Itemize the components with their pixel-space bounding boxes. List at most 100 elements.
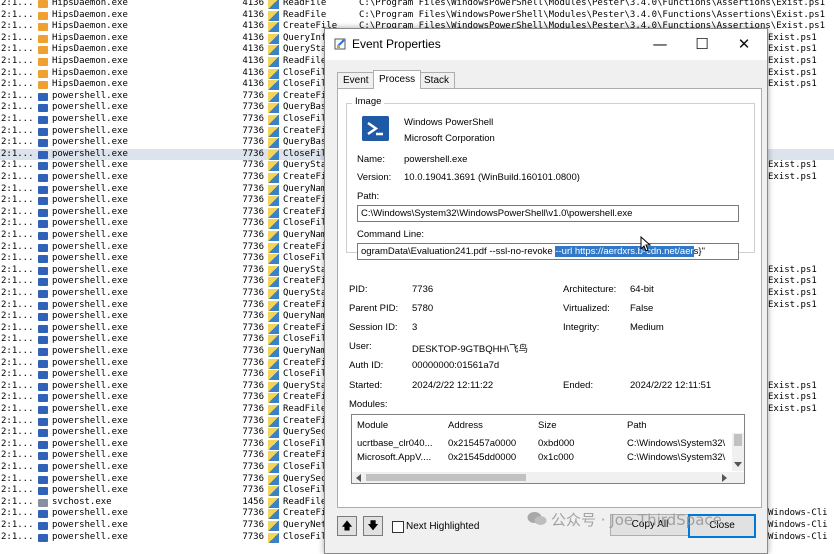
scroll-left-arrow-icon[interactable] <box>355 474 361 482</box>
column-header-path[interactable]: Path <box>627 420 647 431</box>
event-row[interactable]: 2:1... HipsDaemon.exe 4136 ReadFile C:\Progr… <box>0 0 834 10</box>
pid-cell: 7736 <box>242 230 264 240</box>
path-tail-cell: Exist.ps1 <box>768 44 817 55</box>
file-operation-icon <box>268 126 279 137</box>
process-tab-panel: Image Windows PowerShell Microsoft Corpo… <box>337 88 762 508</box>
pid-cell: 7736 <box>242 404 264 414</box>
file-operation-icon <box>268 474 279 485</box>
process-icon <box>38 510 48 519</box>
module-size-cell[interactable]: 0xbd000 <box>538 438 574 449</box>
pid-cell: 7736 <box>242 253 264 264</box>
file-operation-icon <box>268 416 279 427</box>
file-operation-icon <box>268 22 279 33</box>
module-name-cell[interactable]: Microsoft.AppV.... <box>357 452 431 463</box>
process-name-cell: powershell.exe <box>52 183 128 194</box>
column-header-address[interactable]: Address <box>448 420 483 431</box>
process-icon <box>38 46 48 55</box>
session-id-value: 3 <box>412 322 418 333</box>
close-window-button[interactable]: ✕ <box>723 29 765 60</box>
process-icon <box>38 127 48 136</box>
module-path-cell[interactable]: C:\Windows\System32\ <box>627 452 728 463</box>
file-operation-icon <box>268 300 279 311</box>
process-icon <box>38 475 48 484</box>
column-header-module[interactable]: Module <box>357 420 388 431</box>
event-time-cell: 2:1... <box>1 44 34 55</box>
file-operation-icon <box>268 91 279 102</box>
event-row[interactable]: 2:1... HipsDaemon.exe 4136 ReadFile C:\Progr… <box>0 10 834 22</box>
file-operation-icon <box>268 242 279 253</box>
process-icon <box>38 336 48 345</box>
process-name-cell: powershell.exe <box>52 195 128 206</box>
horizontal-scroll-thumb[interactable] <box>366 474 526 481</box>
pid-cell: 4136 <box>242 0 264 8</box>
event-time-cell: 2:1... <box>1 392 34 403</box>
modules-table[interactable]: Module Address Size Path ucrtbase_clr040… <box>351 414 745 484</box>
file-operation-icon <box>268 439 279 450</box>
pid-cell: 7736 <box>242 206 264 217</box>
pid-cell: 7736 <box>242 450 264 461</box>
modules-label: Modules: <box>349 399 388 410</box>
architecture-value: 64-bit <box>630 284 654 295</box>
process-name-cell: HipsDaemon.exe <box>52 9 128 20</box>
event-time-cell: 2:1... <box>1 253 34 264</box>
pid-cell: 4136 <box>242 9 264 20</box>
minimize-button[interactable]: — <box>639 29 681 60</box>
process-name-cell: powershell.exe <box>52 253 128 264</box>
command-line-field[interactable]: ogramData\Evaluation241.pdf --ssl-no-rev… <box>357 243 739 260</box>
vertical-scroll-thumb[interactable] <box>734 434 742 446</box>
module-name-cell[interactable]: ucrtbase_clr040... <box>357 438 433 449</box>
process-name-cell: powershell.exe <box>52 462 128 472</box>
virtualized-value: False <box>630 303 654 314</box>
tab-stack[interactable]: Stack <box>418 72 456 89</box>
process-icon <box>38 11 48 20</box>
process-icon <box>38 324 48 333</box>
module-address-cell[interactable]: 0x21545dd0000 <box>448 452 516 463</box>
module-path-cell[interactable]: C:\Windows\System32\ <box>627 438 728 449</box>
tab-process[interactable]: Process <box>373 70 422 89</box>
maximize-button[interactable]: ☐ <box>681 29 723 60</box>
title-bar[interactable]: Event Properties — ☐ ✕ <box>325 29 767 60</box>
scroll-right-arrow-icon[interactable] <box>722 474 728 482</box>
module-size-cell[interactable]: 0x1c000 <box>538 452 574 463</box>
module-address-cell[interactable]: 0x215457a0000 <box>448 438 516 449</box>
column-header-size[interactable]: Size <box>538 420 556 431</box>
process-icon <box>38 255 48 264</box>
next-highlighted-checkbox[interactable] <box>392 521 404 533</box>
virtualized-label: Virtualized: <box>563 303 610 314</box>
modules-horizontal-scrollbar[interactable] <box>352 472 744 483</box>
process-icon <box>38 266 48 275</box>
process-icon <box>38 220 48 229</box>
next-highlighted-label[interactable]: Next Highlighted <box>406 521 479 532</box>
name-label: Name: <box>357 154 385 165</box>
next-event-button[interactable]: 🡇 <box>363 516 383 536</box>
file-operation-icon <box>268 358 279 369</box>
command-line-label: Command Line: <box>357 229 425 240</box>
modules-vertical-scrollbar[interactable] <box>732 433 744 471</box>
pid-cell: 7736 <box>242 462 264 472</box>
previous-event-button[interactable]: 🡅 <box>337 516 357 536</box>
path-field[interactable]: C:\Windows\System32\WindowsPowerShell\v1… <box>357 205 739 222</box>
path-tail-cell: Exist.ps1 <box>768 264 817 275</box>
pid-value: 7736 <box>412 284 434 295</box>
pid-cell: 7736 <box>242 415 264 426</box>
process-name-cell: powershell.exe <box>52 415 128 426</box>
scroll-down-arrow-icon[interactable] <box>734 462 742 468</box>
path-tail-cell: Windows-Cli <box>768 520 828 530</box>
tab-event[interactable]: Event <box>337 72 375 89</box>
file-operation-icon <box>268 184 279 195</box>
process-name-cell: powershell.exe <box>52 520 128 530</box>
pid-cell: 7736 <box>242 264 264 275</box>
process-name-cell: powershell.exe <box>52 508 128 519</box>
process-name-cell: powershell.exe <box>52 299 128 310</box>
event-time-cell: 2:1... <box>1 427 34 438</box>
process-name-cell: powershell.exe <box>52 369 128 380</box>
pid-cell: 7736 <box>242 357 264 368</box>
dialog-title: Event Properties <box>352 37 441 51</box>
process-icon <box>38 452 48 461</box>
process-icon <box>38 301 48 310</box>
path-tail-cell: Exist.ps1 <box>768 392 817 403</box>
path-cell: C:\Program Files\WindowsPowerShell\Modul… <box>359 0 825 8</box>
process-name-cell: powershell.exe <box>52 206 128 217</box>
event-time-cell: 2:1... <box>1 9 34 20</box>
process-name-cell: HipsDaemon.exe <box>52 32 128 43</box>
